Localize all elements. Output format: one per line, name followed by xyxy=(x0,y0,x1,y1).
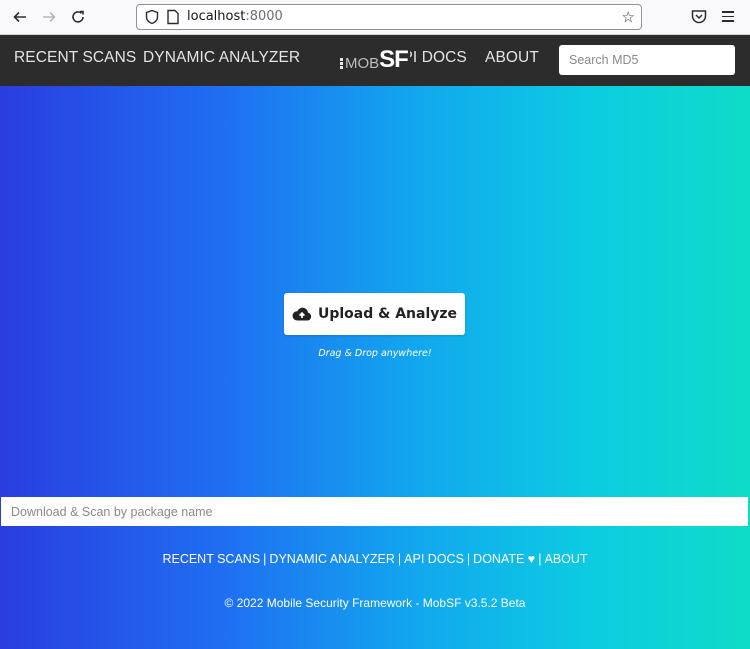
nav-dynamic-analyzer[interactable]: DYNAMIC ANALYZER xyxy=(143,49,300,67)
back-arrow-icon[interactable] xyxy=(9,6,31,28)
footer-links: RECENT SCANS | DYNAMIC ANALYZER | API DOCS | D… xyxy=(0,552,750,566)
footer-separator: | xyxy=(397,552,402,566)
footer-separator: | xyxy=(538,552,542,566)
upload-button-label: Upload & Analyze xyxy=(317,306,458,322)
url-port: :8000 xyxy=(245,9,283,24)
hamburger-menu-icon[interactable] xyxy=(718,8,738,26)
upload-analyze-button[interactable]: Upload & Analyze xyxy=(284,293,465,335)
copyright-text: © 2022 Mobile Security Framework - MobSF… xyxy=(224,596,526,610)
pocket-icon[interactable] xyxy=(690,8,708,26)
app-navbar: RECENT SCANS DYNAMIC ANALYZER API DOCS A… xyxy=(0,35,750,86)
star-icon[interactable]: ☆ xyxy=(622,8,635,26)
logo-mob-text: MOB xyxy=(345,55,380,72)
search-md5-input[interactable] xyxy=(559,45,735,75)
page-icon[interactable] xyxy=(166,9,180,25)
footer-donate[interactable]: DONATE ♥ xyxy=(473,552,535,566)
browser-toolbar: localhost:8000 ☆ xyxy=(0,0,750,35)
package-name-input[interactable] xyxy=(1,497,748,526)
shield-icon[interactable] xyxy=(144,9,160,25)
footer-separator: | xyxy=(466,552,471,566)
mobsf-logo[interactable]: MOB SF xyxy=(340,46,410,73)
footer-dynamic-analyzer[interactable]: DYNAMIC ANALYZER xyxy=(269,552,395,566)
forward-arrow-icon[interactable] xyxy=(38,6,60,28)
footer-about[interactable]: ABOUT xyxy=(544,552,587,566)
footer-recent-scans[interactable]: RECENT SCANS xyxy=(162,552,260,566)
cloud-upload-icon xyxy=(292,307,312,321)
nav-recent-scans[interactable]: RECENT SCANS xyxy=(14,49,136,67)
upload-area[interactable]: Upload & Analyze Drag & Drop anywhere! R… xyxy=(0,86,750,649)
logo-bars-icon xyxy=(340,57,343,69)
footer-api-docs[interactable]: API DOCS xyxy=(404,552,464,566)
url-text[interactable]: localhost:8000 xyxy=(187,9,283,24)
address-bar[interactable]: localhost:8000 ☆ xyxy=(136,4,642,30)
reload-icon[interactable] xyxy=(67,6,89,28)
footer-separator: | xyxy=(263,552,267,566)
nav-about[interactable]: ABOUT xyxy=(485,49,539,67)
logo-sf-text: SF xyxy=(379,46,409,73)
drag-drop-hint: Drag & Drop anywhere! xyxy=(318,348,432,359)
url-host: localhost xyxy=(187,9,246,24)
